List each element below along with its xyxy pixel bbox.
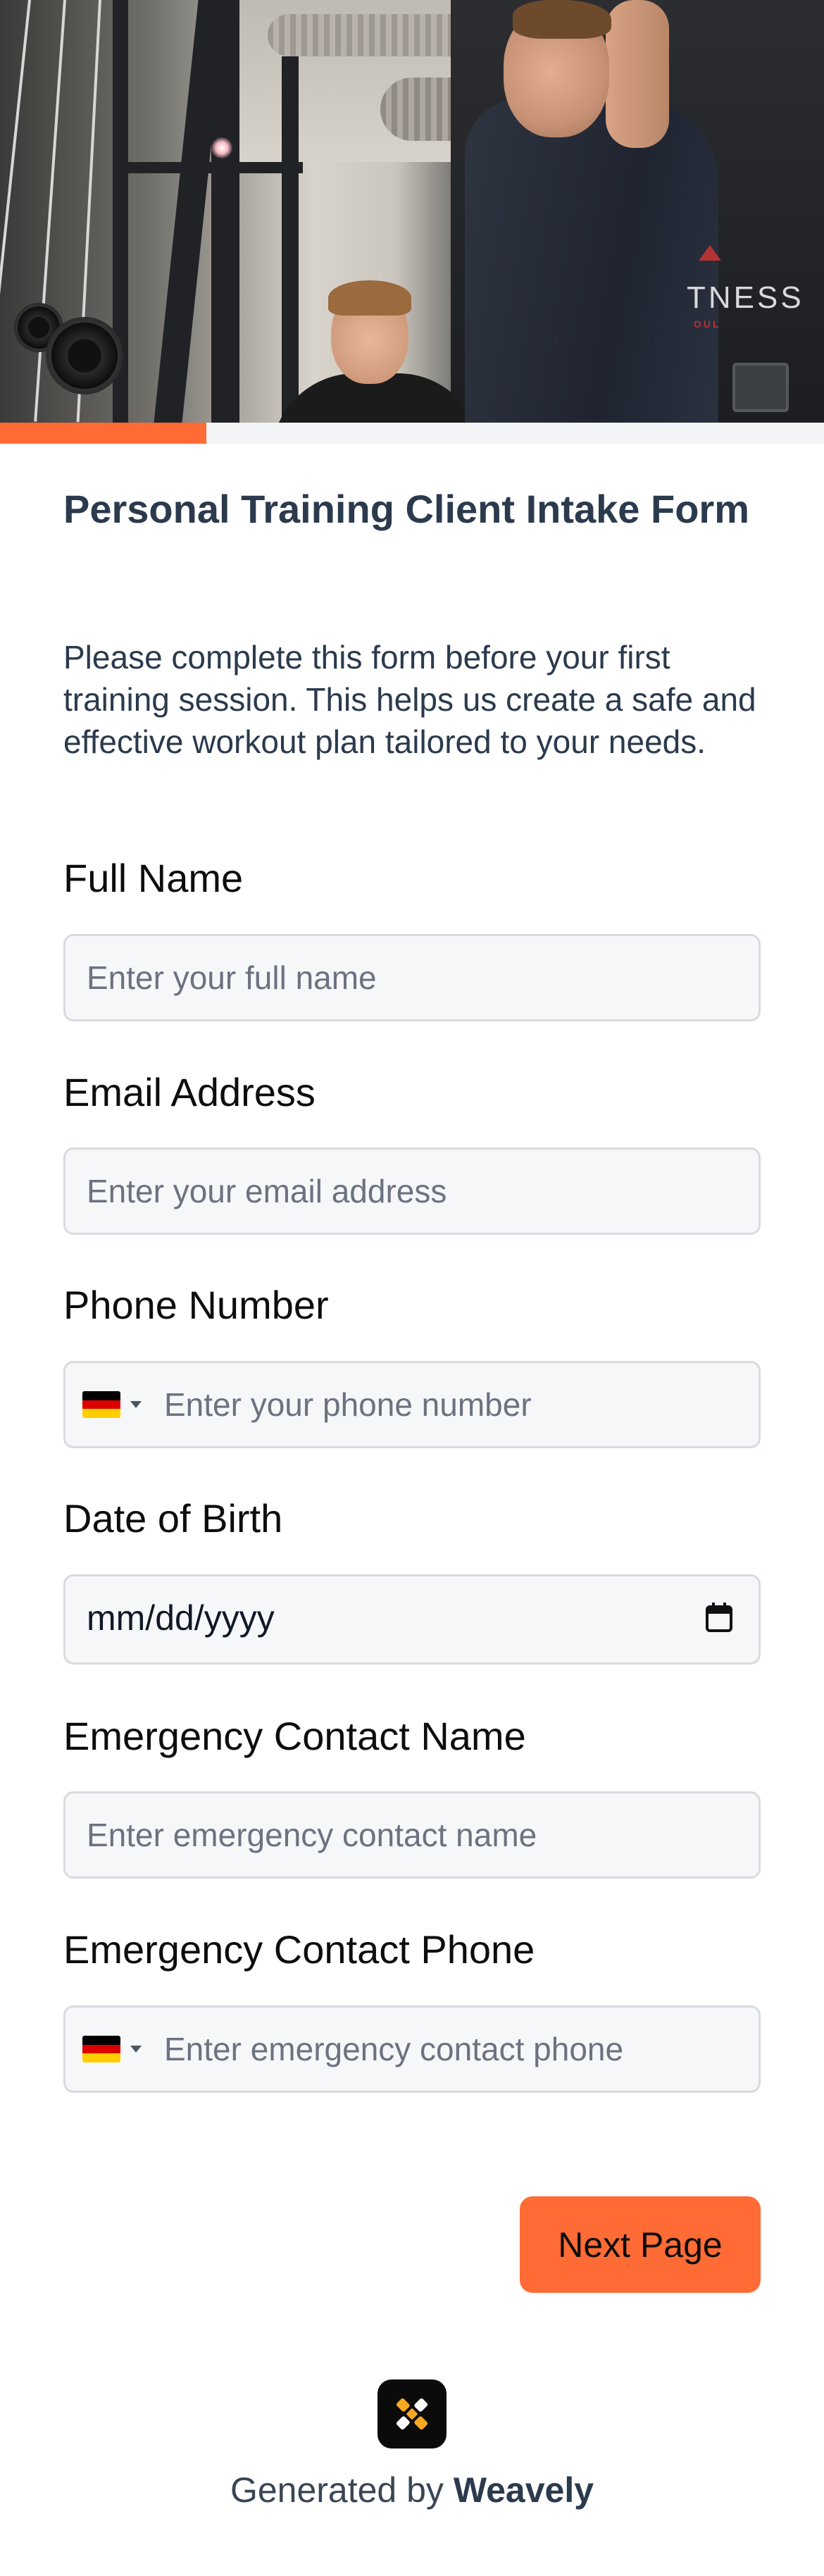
cable xyxy=(0,0,31,421)
gym-rack xyxy=(211,0,239,423)
country-selector[interactable] xyxy=(82,1391,147,1419)
germany-flag-icon xyxy=(82,1391,120,1418)
phone-field[interactable] xyxy=(63,1361,761,1448)
form-progress-bar xyxy=(0,423,824,444)
phone-input[interactable] xyxy=(164,1363,742,1446)
gym-machine xyxy=(732,363,789,412)
calendar-icon[interactable] xyxy=(705,1602,733,1633)
gym-rack xyxy=(113,162,303,173)
email-input[interactable] xyxy=(87,1150,735,1233)
dob-placeholder[interactable]: mm/dd/yyyy xyxy=(87,1598,275,1638)
dob-label: Date of Birth xyxy=(63,1496,283,1541)
emergency-phone-field[interactable] xyxy=(63,2005,761,2093)
country-selector[interactable] xyxy=(82,2036,147,2064)
trainer-figure xyxy=(606,0,669,148)
emergency-name-label: Emergency Contact Name xyxy=(63,1714,526,1758)
footer-prefix: Generated by xyxy=(230,2470,454,2510)
gym-logo-subtext: OUL xyxy=(694,318,721,330)
full-name-input[interactable] xyxy=(87,936,735,1019)
hero-image: TNESS OUL xyxy=(0,0,824,423)
form-description: Please complete this form before your fi… xyxy=(63,639,756,760)
chevron-down-icon xyxy=(130,1401,142,1408)
air-duct xyxy=(268,14,479,56)
phone-label: Phone Number xyxy=(63,1283,329,1327)
form-title: Personal Training Client Intake Form xyxy=(63,487,749,531)
emergency-name-field[interactable] xyxy=(63,1791,761,1879)
weight-plate xyxy=(46,317,123,394)
weavely-logo-mark xyxy=(396,2398,428,2430)
email-label: Email Address xyxy=(63,1070,316,1114)
ceiling-light xyxy=(211,137,232,158)
client-figure xyxy=(328,280,411,316)
email-field[interactable] xyxy=(63,1147,761,1235)
gym-logo-icon xyxy=(699,245,721,261)
emergency-name-input[interactable] xyxy=(87,1793,735,1877)
gym-rack xyxy=(282,56,299,423)
trainer-figure xyxy=(513,0,611,39)
germany-flag-icon xyxy=(82,2036,120,2062)
emergency-phone-label: Emergency Contact Phone xyxy=(63,1927,535,1972)
full-name-label: Full Name xyxy=(63,856,244,900)
footer-brand[interactable]: Weavely xyxy=(454,2470,594,2510)
next-page-button[interactable]: Next Page xyxy=(520,2196,761,2293)
chevron-down-icon xyxy=(130,2046,142,2053)
dob-field[interactable]: mm/dd/yyyy xyxy=(63,1574,761,1665)
weavely-logo-icon[interactable] xyxy=(377,2379,447,2449)
trainer-figure xyxy=(465,99,718,423)
gym-logo-text: TNESS xyxy=(687,280,804,315)
form-progress-fill xyxy=(0,423,206,444)
full-name-field[interactable] xyxy=(63,934,761,1021)
footer-credit: Generated by Weavely xyxy=(0,2465,824,2515)
emergency-phone-input[interactable] xyxy=(164,2008,742,2091)
